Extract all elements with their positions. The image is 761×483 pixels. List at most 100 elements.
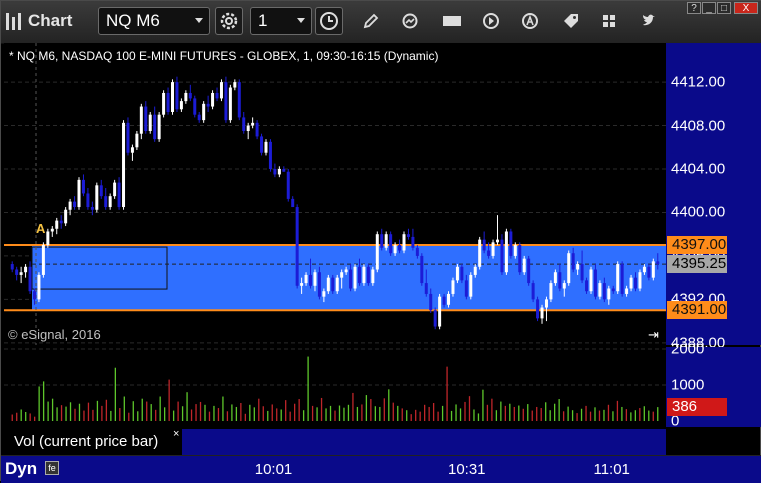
candle-body [73,201,77,208]
candle-body [536,299,540,319]
candle-body [611,288,615,292]
volume-close-icon[interactable]: × [173,428,179,440]
candle-body [353,266,357,289]
annotation-marker[interactable]: A [36,221,45,236]
draw-button[interactable] [357,7,385,35]
candle-body [513,245,517,256]
grid-icon [603,15,615,27]
candle-body [273,169,277,175]
candle-body [482,239,486,251]
time-axis[interactable]: Dyn fe 10:01 10:31 11:01 [1,455,761,483]
price-axis[interactable]: 4412.004408.004404.004400.004396.004392.… [666,43,761,351]
time-tick-label: 10:01 [254,461,293,478]
candle-body [460,266,464,281]
candle-body [651,261,655,278]
candle-body [380,234,384,248]
dynamic-mode-icon[interactable]: fe [45,461,59,475]
candle-body [647,266,651,278]
tweet-button[interactable] [635,7,663,35]
candle-body [562,283,566,289]
window-title-label: Chart [28,11,73,30]
candle-body [616,264,620,292]
volume-last-tag: 386 [667,398,727,417]
sell-button[interactable] [438,7,466,35]
restore-button[interactable]: □ [717,2,731,14]
candle-body [197,114,201,121]
tag-button[interactable] [557,7,585,35]
pencil-icon [363,13,379,29]
time-tick-label: 10:31 [447,461,486,478]
symbol-dropdown-icon[interactable] [195,18,203,23]
candle-body [411,236,415,248]
volume-study-label[interactable]: Vol (current price bar) [4,429,182,455]
candle-body [602,283,606,300]
settings-button[interactable] [215,7,243,35]
candle-body [162,92,166,115]
help-button[interactable]: ? [687,2,701,14]
minimize-button[interactable]: _ [702,2,716,14]
candle-body [455,266,459,281]
candle-body [184,92,188,102]
interval-dropdown-icon[interactable] [297,18,305,23]
price-tick-label: 4408.00 [671,117,726,135]
candle-body [322,291,326,297]
candle-body [122,122,126,208]
candle-body [656,261,660,265]
volume-tick-label: 1000 [671,376,705,394]
candle-body [55,220,59,229]
candle-body [135,133,139,148]
candle-body [139,106,143,134]
candle-body [518,245,522,273]
candle-body [24,266,28,273]
candle-body [531,283,535,300]
candle-body [389,234,393,254]
candle-body [64,209,68,224]
candle-body [357,266,361,284]
close-button[interactable]: X [734,2,758,14]
alert-button[interactable] [516,7,544,35]
volume-axis[interactable]: 2000 1000 0 386 [666,341,761,430]
candle-body [629,277,633,289]
candle-body [447,293,451,305]
candle-body [300,283,304,286]
candle-body [544,299,548,308]
candle-body [576,264,580,270]
candle-body [402,234,406,251]
candle-body [175,82,179,110]
candle-body [625,288,629,294]
copyright-label: © eSignal, 2016 [8,327,101,342]
candle-body [286,171,290,199]
chart-toolbar: Chart NQ M6 1 ? _ □ X [1,1,761,44]
candle-body [464,280,468,297]
chart-header: * NQ M6, NASDAQ 100 E-MINI FUTURES - GLO… [9,49,439,63]
candle-body [540,307,544,319]
interval-field[interactable]: 1 [250,7,312,35]
price-pane[interactable]: * NQ M6, NASDAQ 100 E-MINI FUTURES - GLO… [4,43,666,345]
time-button[interactable] [315,7,343,35]
candle-body [309,274,313,286]
candle-body [95,185,99,210]
candle-body [237,82,241,118]
candle-body [593,269,597,297]
jump-to-end-icon[interactable]: ⇥ [648,327,659,343]
candle-body [335,277,339,292]
interval-value: 1 [258,11,268,30]
candle-body [193,98,197,115]
level-price-tag: 4391.00 [667,301,727,320]
grid-button[interactable] [595,7,623,35]
candle-body [28,266,32,292]
price-tick-label: 4400.00 [671,203,726,221]
candle-body [117,182,121,208]
refresh-button[interactable] [396,7,424,35]
candle-body [68,201,72,210]
candle-body [349,269,353,289]
candle-body [527,258,531,284]
volume-pane[interactable] [4,347,666,427]
candle-body [224,82,228,121]
last-price-tag: 4395.25 [667,255,727,274]
play-button[interactable] [477,7,505,35]
symbol-field[interactable]: NQ M6 [98,7,210,35]
candle-body [41,245,45,275]
dynamic-mode-label[interactable]: Dyn [5,459,37,479]
candle-body [500,239,504,273]
